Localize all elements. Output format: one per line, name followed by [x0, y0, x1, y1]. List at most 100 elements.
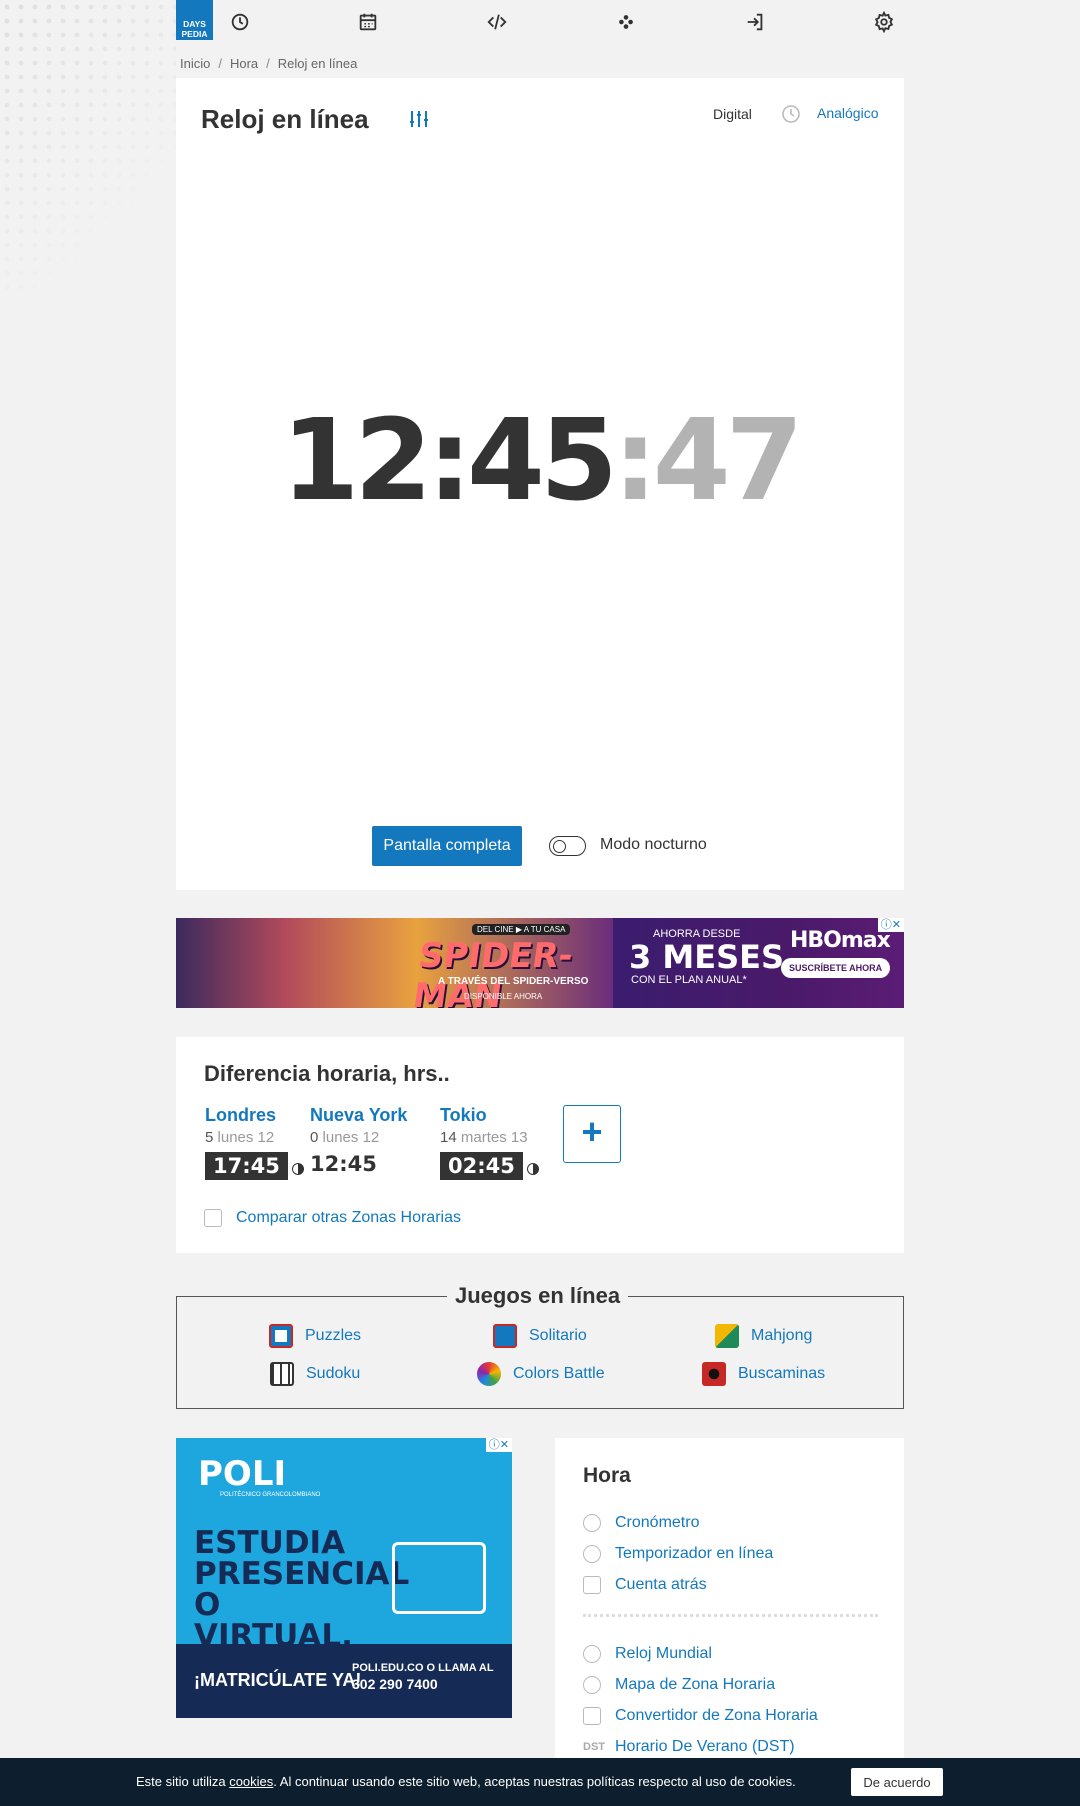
link-label: Mapa de Zona Horaria	[615, 1676, 776, 1693]
logo[interactable]: DAYS PEDIA	[176, 0, 213, 40]
world-clock-icon	[583, 1645, 601, 1663]
city-offset: 0	[310, 1129, 319, 1146]
cookie-link[interactable]: cookies	[229, 1774, 273, 1789]
clock-card: Reloj en línea Digital Analógico 12:45:4…	[176, 78, 904, 890]
ad-promo-plan: CON EL PLAN ANUAL*	[631, 974, 747, 986]
night-mode-toggle[interactable]	[549, 836, 586, 856]
ad-poli-sub: POLITÉCNICO GRANCOLOMBIANO	[220, 1492, 321, 1498]
hora-sidebar: Hora Cronómetro Temporizador en línea Cu…	[555, 1438, 904, 1758]
city-offset-day: 0 lunes 12	[310, 1129, 407, 1146]
link-reloj-mundial[interactable]: Reloj Mundial	[583, 1645, 712, 1663]
games-icon[interactable]	[614, 10, 638, 34]
link-dst[interactable]: DST Horario De Verano (DST)	[583, 1738, 795, 1756]
ad-poli-cta: ¡MATRICÚLATE YA!	[194, 1670, 362, 1690]
ad-banner-spiderman[interactable]: DEL CINE ▶ A TU CASA SPIDER-MAN A TRAVÉS…	[176, 918, 904, 1008]
ad-close-icon[interactable]: ⓘ✕	[485, 1438, 512, 1452]
ad-poli-headline: ESTUDIA PRESENCIAL O VIRTUAL.	[194, 1525, 410, 1654]
ad-promo-big: 3 MESES	[629, 938, 785, 976]
city-day: lunes 12	[322, 1129, 380, 1146]
game-label: Puzzles	[305, 1327, 362, 1344]
add-city-button[interactable]: +	[563, 1105, 621, 1163]
background-dot-pattern	[0, 0, 176, 290]
moon-icon	[291, 1162, 304, 1175]
city-name[interactable]: Nueva York	[310, 1105, 407, 1126]
city-nueva-york: Nueva York 0 lunes 12 12:45	[310, 1105, 407, 1176]
link-mapa-zona-horaria[interactable]: Mapa de Zona Horaria	[583, 1676, 775, 1694]
city-day: lunes 12	[217, 1129, 275, 1146]
breadcrumb: Inicio / Hora / Reloj en línea	[180, 56, 365, 71]
moon-icon	[526, 1162, 539, 1175]
clock-seconds: :47	[612, 396, 804, 526]
code-icon[interactable]	[485, 10, 509, 34]
city-time: 17:45	[205, 1152, 288, 1180]
link-cronometro[interactable]: Cronómetro	[583, 1514, 699, 1532]
link-label: Temporizador en línea	[615, 1545, 774, 1562]
city-day: martes 13	[460, 1129, 528, 1146]
game-mahjong[interactable]: Mahjong	[715, 1324, 812, 1348]
login-icon[interactable]	[743, 10, 767, 34]
converter-icon	[583, 1707, 601, 1725]
ad-available: DISPONIBLE AHORA	[464, 992, 543, 1001]
city-time: 02:45	[440, 1152, 523, 1180]
breadcrumb-separator: /	[266, 56, 270, 71]
puzzle-icon	[269, 1324, 293, 1348]
game-buscaminas[interactable]: Buscaminas	[702, 1362, 825, 1386]
dst-icon: DST	[583, 1741, 605, 1753]
breadcrumb-current: Reloj en línea	[277, 56, 358, 71]
mode-digital-tab[interactable]: Digital	[713, 106, 752, 122]
ad-poli-phone: 302 290 7400	[352, 1676, 438, 1692]
game-puzzles[interactable]: Puzzles	[269, 1324, 361, 1348]
digital-clock-display: 12:45:47	[176, 396, 904, 526]
cookie-text: Este sitio utiliza cookies. Al continuar…	[136, 1774, 796, 1789]
breadcrumb-hora[interactable]: Hora	[230, 56, 258, 71]
ad-poli-footer: ¡MATRICÚLATE YA! POLI.EDU.CO O LLAMA AL …	[176, 1644, 512, 1718]
sliders-icon[interactable]	[408, 108, 430, 130]
ad-banner-right: AHORRA DESDE 3 MESES CON EL PLAN ANUAL* …	[613, 918, 904, 1008]
game-solitario[interactable]: Solitario	[493, 1324, 587, 1348]
ad-poli-contact: POLI.EDU.CO O LLAMA AL	[352, 1662, 494, 1674]
time-difference-title: Diferencia horaria, hrs..	[204, 1061, 450, 1086]
hora-title: Hora	[583, 1464, 631, 1487]
game-label: Colors Battle	[513, 1365, 605, 1382]
link-label: Cronómetro	[615, 1514, 700, 1531]
divider	[583, 1614, 878, 1617]
calendar-icon[interactable]	[356, 10, 380, 34]
game-label: Mahjong	[751, 1327, 813, 1344]
mine-icon	[702, 1362, 726, 1386]
stopwatch-icon	[583, 1514, 601, 1532]
sudoku-grid-icon	[270, 1362, 294, 1386]
ad-cta-button[interactable]: SUSCRÍBETE AHORA	[781, 958, 891, 978]
link-label: Reloj Mundial	[615, 1645, 712, 1662]
game-colors-battle[interactable]: Colors Battle	[477, 1362, 605, 1386]
link-convertidor[interactable]: Convertidor de Zona Horaria	[583, 1707, 818, 1725]
ad-close-icon[interactable]: ⓘ✕	[877, 918, 904, 932]
ad-badge: DEL CINE ▶ A TU CASA	[472, 924, 571, 935]
city-londres: Londres 5 lunes 12 17:45	[205, 1105, 304, 1180]
compare-timezones-link[interactable]: Comparar otras Zonas Horarias	[204, 1209, 461, 1227]
ad-banner-poli[interactable]: POLI POLITÉCNICO GRANCOLOMBIANO ESTUDIA …	[176, 1438, 512, 1718]
breadcrumb-separator: /	[218, 56, 222, 71]
clock-icon[interactable]	[228, 10, 252, 34]
ad-poli-logo: POLI	[198, 1454, 287, 1494]
link-temporizador[interactable]: Temporizador en línea	[583, 1545, 773, 1563]
mahjong-icon	[715, 1324, 739, 1348]
accept-cookies-button[interactable]: De acuerdo	[851, 1768, 943, 1796]
fullscreen-button[interactable]: Pantalla completa	[372, 826, 522, 866]
city-offset-day: 5 lunes 12	[205, 1129, 304, 1146]
clock-hours-minutes: 12:45	[281, 396, 618, 526]
city-name[interactable]: Tokio	[440, 1105, 539, 1126]
breadcrumb-inicio[interactable]: Inicio	[180, 56, 210, 71]
night-mode-label: Modo nocturno	[600, 836, 707, 853]
link-label: Cuenta atrás	[615, 1576, 707, 1593]
city-name[interactable]: Londres	[205, 1105, 304, 1126]
game-label: Buscaminas	[738, 1365, 826, 1382]
page-title: Reloj en línea	[201, 104, 369, 134]
link-cuenta-atras[interactable]: Cuenta atrás	[583, 1576, 707, 1594]
ad-subtitle: A TRAVÉS DEL SPIDER-VERSO	[438, 976, 589, 987]
city-time: 12:45	[310, 1152, 377, 1176]
mode-analog-tab[interactable]: Analógico	[817, 105, 879, 121]
gear-icon[interactable]	[872, 10, 896, 34]
compare-timezones-label: Comparar otras Zonas Horarias	[236, 1209, 461, 1227]
game-sudoku[interactable]: Sudoku	[270, 1362, 360, 1386]
city-offset: 14	[440, 1129, 457, 1146]
